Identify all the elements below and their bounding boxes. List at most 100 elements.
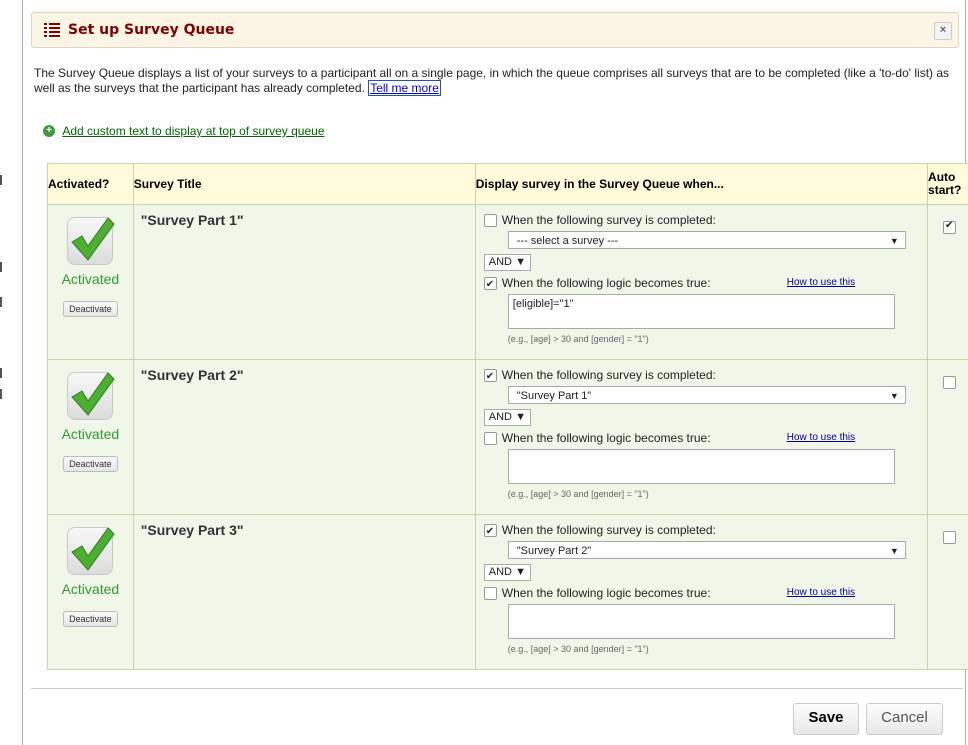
condition-cell: When the following survey is completed: … [474, 204, 929, 360]
survey-title: "Survey Part 3" [140, 522, 244, 538]
operator-select[interactable]: AND ▼ [483, 409, 531, 426]
logic-checkbox[interactable] [483, 432, 497, 446]
logic-example-hint: (e.g., [age] > 30 and [gender] = "1") [507, 644, 649, 654]
add-custom-text-link[interactable]: Add custom text to display at top of sur… [62, 124, 324, 138]
activated-label: Activated [61, 426, 120, 442]
logic-textarea[interactable] [507, 604, 895, 639]
operator-value: AND [488, 566, 512, 578]
survey-select-value: "Survey Part 2" [516, 545, 592, 557]
auto-start-checkbox[interactable] [943, 376, 957, 389]
how-to-use-link[interactable]: How to use this [787, 584, 855, 602]
survey-title-cell: "Survey Part 3" [132, 514, 476, 670]
operator-value: AND [488, 256, 512, 268]
survey-queue-dialog: Set up Survey Queue × The Survey Queue d… [22, 0, 968, 745]
survey-completed-option: When the following survey is completed: [483, 211, 927, 229]
header-auto-start: Auto start? [927, 163, 968, 205]
header-survey-title: Survey Title [132, 163, 476, 205]
auto-start-cell [927, 514, 968, 670]
cancel-button[interactable]: Cancel [866, 703, 943, 735]
survey-title-cell: "Survey Part 1" [132, 204, 476, 360]
table-row: Activated Deactivate "Survey Part 1" Whe… [47, 204, 968, 360]
page-edge-mark [0, 297, 2, 307]
logic-checkbox[interactable] [483, 587, 497, 601]
survey-title-cell: "Survey Part 2" [132, 359, 476, 515]
logic-option: When the following logic becomes true: H… [483, 584, 927, 602]
operator-value: AND [488, 411, 512, 423]
survey-title: "Survey Part 1" [140, 212, 244, 228]
logic-textarea[interactable]: [eligible]="1" [507, 294, 895, 329]
table-header-row: Activated? Survey Title Display survey i… [47, 163, 968, 205]
condition-cell: When the following survey is completed: … [474, 359, 929, 515]
add-custom-text-control[interactable]: + Add custom text to display at top of s… [43, 123, 325, 138]
auto-start-checkbox[interactable] [943, 220, 957, 234]
logic-textarea[interactable] [507, 449, 895, 484]
how-to-use-link[interactable]: How to use this [787, 429, 855, 447]
survey-select[interactable]: "Survey Part 1" ▼ [507, 386, 906, 404]
auto-start-cell [927, 359, 968, 515]
chevron-down-icon: ▼ [515, 411, 526, 423]
logic-example-hint: (e.g., [age] > 30 and [gender] = "1") [507, 489, 649, 499]
dialog-title: Set up Survey Queue [68, 22, 235, 38]
page-edge-mark [0, 262, 2, 272]
deactivate-button[interactable]: Deactivate [63, 611, 118, 627]
chevron-down-icon: ▼ [889, 236, 899, 246]
dialog-titlebar[interactable]: Set up Survey Queue × [31, 12, 959, 48]
survey-completed-checkbox[interactable] [483, 523, 497, 541]
chevron-down-icon: ▼ [515, 256, 526, 268]
survey-completed-label: When the following survey is completed: [501, 523, 716, 537]
logic-option: When the following logic becomes true: H… [483, 429, 927, 447]
table-row: Activated Deactivate "Survey Part 3" Whe… [47, 514, 968, 670]
logic-checkbox[interactable] [483, 276, 497, 294]
survey-select-value: "Survey Part 1" [516, 390, 592, 402]
survey-completed-option: When the following survey is completed: [483, 521, 927, 541]
activated-checkmark-icon [67, 217, 116, 265]
chevron-down-icon: ▼ [889, 546, 899, 556]
intro-paragraph: The Survey Queue displays a list of your… [34, 66, 954, 96]
logic-label: When the following logic becomes true: [501, 276, 711, 290]
survey-select[interactable]: "Survey Part 2" ▼ [507, 541, 906, 559]
header-auto-start-line1: Auto [928, 170, 956, 184]
footer-divider [31, 688, 963, 689]
deactivate-button[interactable]: Deactivate [63, 301, 118, 317]
plus-circle-icon: + [43, 124, 55, 137]
logic-label: When the following logic becomes true: [501, 586, 711, 600]
deactivate-button[interactable]: Deactivate [63, 456, 118, 472]
activated-cell: Activated Deactivate [47, 514, 134, 670]
close-icon[interactable]: × [934, 22, 952, 40]
logic-label: When the following logic becomes true: [501, 431, 711, 445]
tell-me-more-link[interactable]: Tell me more [368, 80, 441, 96]
survey-queue-table: Activated? Survey Title Display survey i… [47, 163, 968, 670]
survey-completed-label: When the following survey is completed: [501, 213, 716, 227]
page-edge-mark [0, 389, 2, 399]
operator-select[interactable]: AND ▼ [483, 254, 531, 271]
survey-select-value: --- select a survey --- [516, 235, 619, 247]
how-to-use-link[interactable]: How to use this [787, 274, 855, 292]
survey-completed-option: When the following survey is completed: [483, 366, 927, 386]
activated-cell: Activated Deactivate [47, 204, 134, 360]
header-activated: Activated? [47, 163, 134, 205]
table-row: Activated Deactivate "Survey Part 2" Whe… [47, 359, 968, 515]
survey-completed-checkbox[interactable] [483, 214, 497, 228]
chevron-down-icon: ▼ [889, 391, 899, 401]
logic-option: When the following logic becomes true: H… [483, 274, 927, 294]
auto-start-checkbox[interactable] [943, 531, 957, 544]
header-display-when: Display survey in the Survey Queue when.… [474, 163, 929, 205]
activated-checkmark-icon [67, 372, 116, 420]
survey-select[interactable]: --- select a survey --- ▼ [507, 231, 906, 249]
operator-select[interactable]: AND ▼ [483, 564, 531, 581]
auto-start-cell [927, 204, 968, 360]
activated-cell: Activated Deactivate [47, 359, 134, 515]
intro-text: The Survey Queue displays a list of your… [34, 66, 950, 95]
logic-example-hint: (e.g., [age] > 30 and [gender] = "1") [507, 334, 649, 344]
survey-title: "Survey Part 2" [140, 367, 244, 383]
activated-label: Activated [61, 581, 120, 597]
page-edge-mark [0, 175, 2, 185]
survey-completed-checkbox[interactable] [483, 368, 497, 386]
activated-label: Activated [61, 271, 120, 287]
list-icon [44, 23, 60, 37]
chevron-down-icon: ▼ [515, 566, 526, 578]
condition-cell: When the following survey is completed: … [474, 514, 929, 670]
header-auto-start-line2: start? [928, 183, 962, 197]
page-edge-mark [0, 368, 2, 378]
save-button[interactable]: Save [793, 703, 859, 735]
